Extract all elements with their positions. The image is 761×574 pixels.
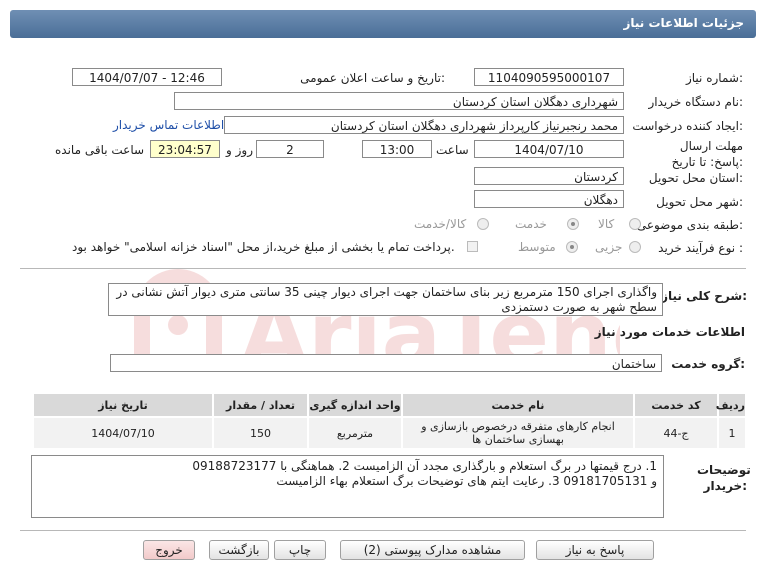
col-header-row-number: ردیف: [716, 392, 747, 418]
category-option-goods-service: کالا/خدمت: [414, 217, 467, 231]
province-label: استان محل تحویل:: [648, 171, 743, 185]
contact-buyer-link[interactable]: اطلاعات تماس خریدار: [113, 118, 224, 132]
col-header-date: تاریخ نیاز: [32, 392, 214, 418]
table-row: 1 ج-44 انجام کارهای متفرقه درخصوص بازساز…: [32, 416, 747, 450]
province-field[interactable]: کردستان: [474, 167, 624, 185]
cell-qty: 150: [212, 416, 309, 450]
city-label: شهر محل تحویل:: [656, 195, 743, 209]
exit-button[interactable]: خروج: [143, 540, 195, 560]
view-attachments-button[interactable]: مشاهده مدارک پیوستی (2): [340, 540, 525, 560]
buyer-notes-line-1: 1. درج قیمتها در برگ استعلام و بارگذاری …: [192, 459, 657, 473]
services-section-title: اطلاعات خدمات مورد نیاز: [594, 325, 745, 339]
category-option-service: خدمت: [515, 217, 547, 231]
creator-label: ایجاد کننده درخواست:: [632, 119, 743, 133]
cell-code: ج-44: [633, 416, 719, 450]
days-label: روز و: [226, 143, 253, 157]
description-textarea[interactable]: واگذاری اجرای 150 مترمربع زیر بنای ساختم…: [108, 283, 663, 316]
announce-label: تاریخ و ساعت اعلان عمومی:: [300, 71, 445, 85]
process-option-medium: متوسط: [518, 240, 556, 254]
payment-note: پرداخت تمام یا بخشی از مبلغ خرید،از محل …: [72, 240, 455, 254]
col-header-name: نام خدمت: [401, 392, 635, 418]
service-group-field[interactable]: ساختمان: [110, 354, 662, 372]
category-label: طبقه بندی موضوعی:: [636, 218, 743, 232]
process-radio-minor[interactable]: [629, 241, 641, 253]
deadline-label: مهلت ارسال پاسخ: تا تاریخ:: [671, 139, 743, 169]
section-divider: [20, 268, 746, 269]
creator-field[interactable]: محمد رنجبرنیاز کارپرداز شهرداری دهگلان ا…: [224, 116, 624, 134]
cell-date: 1404/07/10: [32, 416, 214, 450]
description-text: واگذاری اجرای 150 مترمربع زیر بنای ساختم…: [116, 285, 657, 314]
remaining-time-field: 23:04:57: [150, 140, 220, 158]
deadline-time-label: ساعت: [436, 143, 469, 157]
need-number-label: شماره نیاز:: [685, 71, 743, 85]
services-table-wrap: ردیف کد خدمت نام خدمت واحد اندازه گیری ت…: [32, 392, 747, 450]
process-option-minor: جزیی: [595, 240, 623, 254]
table-header-row: ردیف کد خدمت نام خدمت واحد اندازه گیری ت…: [32, 392, 747, 418]
announce-field[interactable]: 1404/07/07 - 12:46: [72, 68, 222, 86]
category-radio-service[interactable]: [567, 218, 579, 230]
city-field[interactable]: دهگلان: [474, 190, 624, 208]
deadline-time-field[interactable]: 13:00: [362, 140, 432, 158]
description-label: شرح کلی نیاز:: [661, 289, 747, 303]
print-button[interactable]: چاپ: [274, 540, 326, 560]
footer-divider: [20, 530, 746, 531]
page-header: جزئیات اطلاعات نیاز: [10, 10, 756, 38]
treasury-checkbox[interactable]: [467, 241, 478, 252]
back-button[interactable]: بازگشت: [209, 540, 269, 560]
col-header-qty: تعداد / مقدار: [212, 392, 309, 418]
need-number-field[interactable]: 1104090595000107: [474, 68, 624, 86]
services-table: ردیف کد خدمت نام خدمت واحد اندازه گیری ت…: [32, 392, 747, 450]
buyer-org-field[interactable]: شهرداری دهگلان استان کردستان: [174, 92, 624, 110]
buyer-org-label: نام دستگاه خریدار:: [648, 95, 744, 109]
category-option-goods: کالا: [598, 217, 615, 231]
buyer-notes-textarea[interactable]: 1. درج قیمتها در برگ استعلام و بارگذاری …: [31, 455, 664, 518]
buyer-notes-label: توضیحات خریدار:: [697, 463, 751, 493]
buyer-notes-line-2: و 09181705131 3. رعایت ایتم های توضیحات …: [276, 474, 657, 488]
service-group-label: گروه خدمت:: [671, 357, 745, 371]
cell-row-number: 1: [717, 416, 747, 450]
process-label: نوع فرآیند خرید :: [658, 241, 743, 255]
deadline-date-field[interactable]: 1404/07/10: [474, 140, 624, 158]
category-radio-goods-service[interactable]: [477, 218, 489, 230]
cell-name: انجام کارهای متفرقه درخصوص بازسازی و بهس…: [401, 416, 635, 450]
page-title: جزئیات اطلاعات نیاز: [623, 16, 744, 30]
cell-unit: مترمربع: [307, 416, 403, 450]
category-radio-goods[interactable]: [629, 218, 641, 230]
process-radio-medium[interactable]: [566, 241, 578, 253]
col-header-unit: واحد اندازه گیری: [307, 392, 403, 418]
col-header-code: کد خدمت: [633, 392, 719, 418]
days-field[interactable]: 2: [256, 140, 324, 158]
remaining-label: ساعت باقی مانده: [55, 143, 145, 157]
reply-button[interactable]: پاسخ به نیاز: [536, 540, 654, 560]
